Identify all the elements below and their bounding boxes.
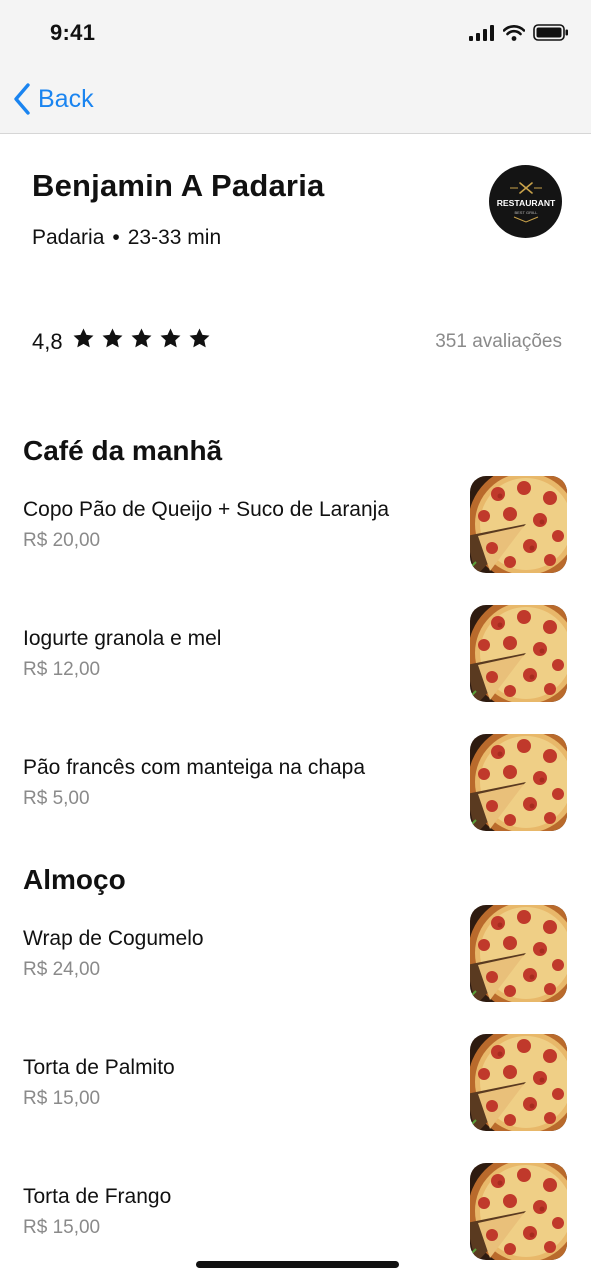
item-image xyxy=(470,605,567,702)
item-price: R$ 15,00 xyxy=(23,1088,101,1109)
star-icon xyxy=(102,328,123,348)
logo-text: RESTAURANT xyxy=(496,198,555,208)
star-icon xyxy=(189,328,210,348)
item-image xyxy=(470,476,567,573)
menu-item[interactable]: Wrap de Cogumelo R$ 24,00 xyxy=(0,905,591,1005)
item-price: R$ 15,00 xyxy=(23,1217,101,1238)
menu-item[interactable]: Pão francês com manteiga na chapa R$ 5,0… xyxy=(0,734,591,834)
menu-item[interactable]: Torta de Frango R$ 15,00 xyxy=(0,1163,591,1263)
reviews-count[interactable]: 351 avaliações xyxy=(435,331,562,353)
rating-stars xyxy=(72,327,211,350)
restaurant-logo: RESTAURANT BEST GRILL xyxy=(496,181,556,223)
item-image xyxy=(470,1034,567,1131)
star-icon xyxy=(73,328,94,348)
item-name: Pão francês com manteiga na chapa xyxy=(23,756,366,779)
item-name: Torta de Frango xyxy=(23,1185,172,1208)
signal-icon xyxy=(469,24,494,41)
item-price: R$ 20,00 xyxy=(23,530,101,551)
star-icon xyxy=(160,328,181,348)
status-bar: 9:41 xyxy=(0,0,591,66)
section-title-breakfast: Café da manhã xyxy=(23,435,223,466)
item-image xyxy=(470,1163,567,1260)
item-name: Iogurte granola e mel xyxy=(23,627,222,650)
nav-bar: Back xyxy=(0,66,591,134)
item-image xyxy=(470,734,567,831)
back-label: Back xyxy=(38,84,94,113)
wifi-icon xyxy=(503,24,525,41)
battery-icon xyxy=(533,24,568,41)
store-category: Padaria xyxy=(32,226,105,249)
item-name: Wrap de Cogumelo xyxy=(23,927,204,950)
section-title-lunch: Almoço xyxy=(23,864,126,895)
store-meta: Padaria • 23-33 min xyxy=(32,226,221,250)
home-indicator xyxy=(196,1261,399,1268)
menu-item[interactable]: Torta de Palmito R$ 15,00 xyxy=(0,1034,591,1134)
star-icon xyxy=(131,328,152,348)
item-price: R$ 24,00 xyxy=(23,959,101,980)
item-name: Copo Pão de Queijo + Suco de Laranja xyxy=(23,498,390,521)
item-image xyxy=(470,905,567,1002)
store-logo: RESTAURANT BEST GRILL xyxy=(489,165,562,238)
chevron-left-icon xyxy=(14,83,30,115)
item-name: Torta de Palmito xyxy=(23,1056,175,1079)
item-price: R$ 5,00 xyxy=(23,788,90,809)
back-button[interactable]: Back xyxy=(12,82,94,116)
logo-subtext: BEST GRILL xyxy=(514,210,538,215)
meta-separator: • xyxy=(112,226,120,249)
menu-item[interactable]: Copo Pão de Queijo + Suco de Laranja R$ … xyxy=(0,476,591,576)
status-time: 9:41 xyxy=(50,20,96,45)
delivery-time: 23-33 min xyxy=(127,226,222,249)
menu-item[interactable]: Iogurte granola e mel R$ 12,00 xyxy=(0,605,591,705)
rating-value: 4,8 xyxy=(32,329,63,354)
item-price: R$ 12,00 xyxy=(23,659,101,680)
status-icons xyxy=(469,24,569,41)
store-name: Benjamin A Padaria xyxy=(32,168,325,203)
